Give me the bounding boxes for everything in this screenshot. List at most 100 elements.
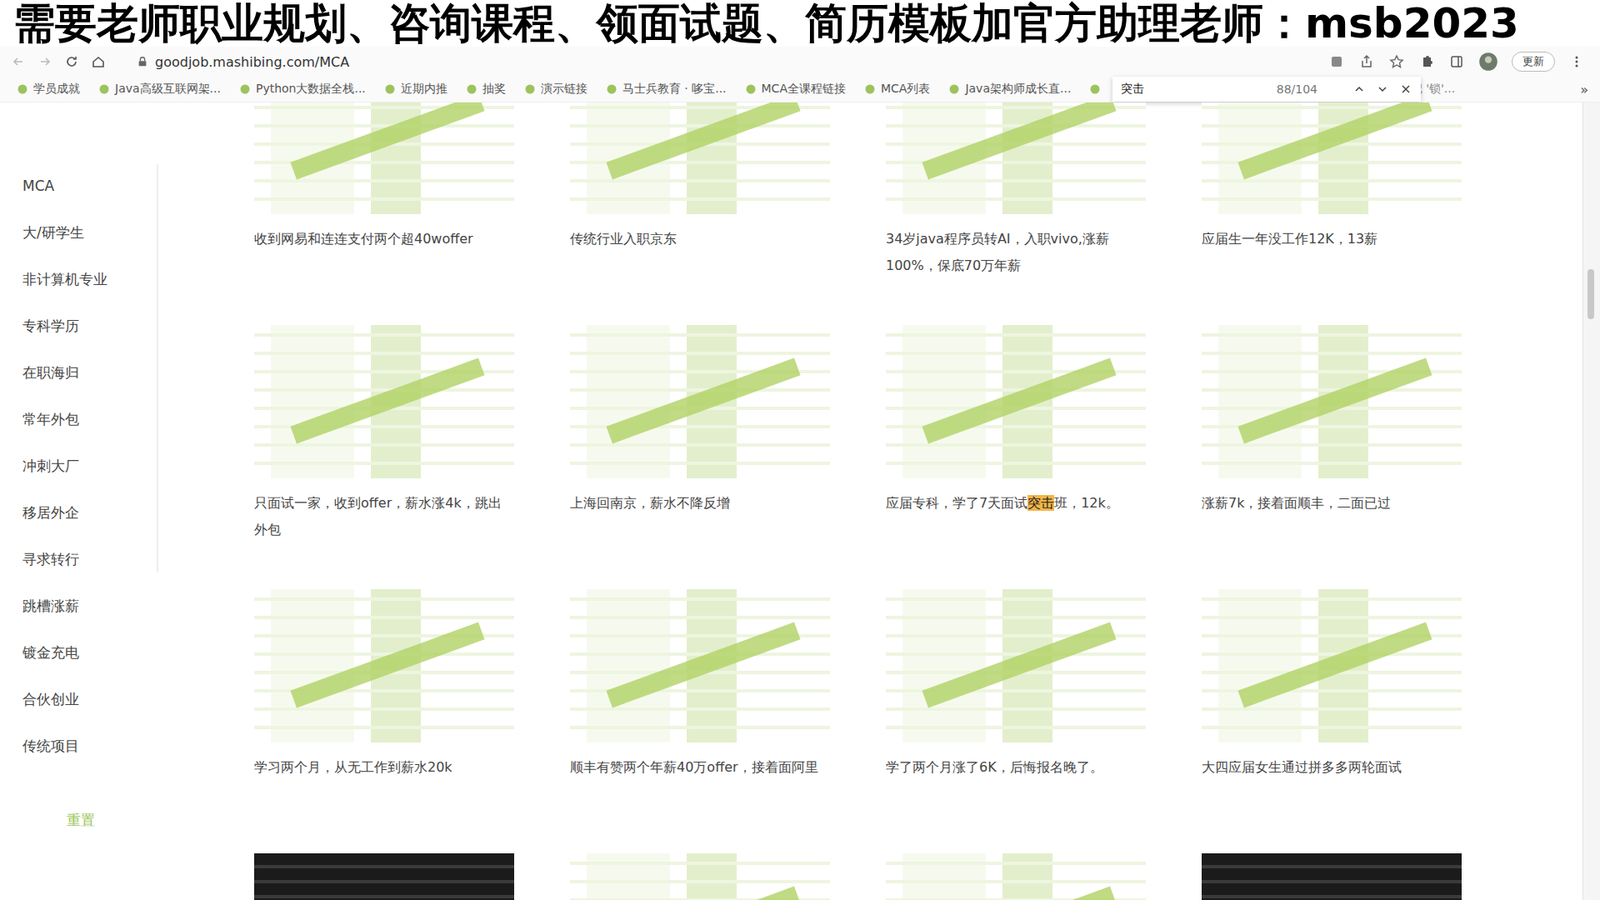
case-card[interactable]: 传统行业入职京东 xyxy=(570,102,830,280)
chat-screenshot xyxy=(885,589,1146,743)
sidebar-item[interactable]: MCA xyxy=(22,162,157,210)
case-card[interactable]: 应届专科，学了7天面试突击班，12k。 xyxy=(885,325,1146,544)
case-card[interactable]: 大四应届女生通过拼多多两轮面试 xyxy=(1201,589,1462,808)
sidebar-item[interactable]: 传统项目 xyxy=(22,722,157,770)
star-icon[interactable] xyxy=(1388,53,1405,70)
chat-screenshot xyxy=(254,325,515,479)
sidebar-item[interactable]: 非计算机专业 xyxy=(22,255,157,303)
bookmark[interactable]: 学员成就 xyxy=(16,81,80,97)
close-find-icon[interactable] xyxy=(1399,82,1413,96)
case-card[interactable]: 34岁java程序员转AI，入职vivo,涨薪100%，保底70万年薪 xyxy=(885,102,1146,280)
share-icon[interactable] xyxy=(1358,53,1375,70)
chat-screenshot xyxy=(570,325,830,479)
case-card[interactable]: 只面试一家，收到offer，薪水涨4k，跳出外包 xyxy=(254,325,515,544)
find-bar: 突击88/104 xyxy=(1112,76,1421,102)
sidebar-item[interactable]: 跳槽涨薪 xyxy=(22,582,157,630)
chat-screenshot xyxy=(570,102,830,215)
case-caption: 应届生一年没工作12K，13薪 xyxy=(1201,225,1462,280)
case-card[interactable] xyxy=(254,853,515,900)
case-caption: 只面试一家，收到offer，薪水涨4k，跳出外包 xyxy=(254,490,515,544)
avatar-icon[interactable] xyxy=(1478,51,1499,72)
update-button[interactable]: 更新 xyxy=(1511,51,1555,72)
chat-screenshot xyxy=(1201,589,1462,743)
case-caption: 顺丰有赞两个年薪40万offer，接着面阿里 xyxy=(570,754,830,808)
address-bar[interactable]: goodjob.mashibing.com/MCA xyxy=(115,54,1320,70)
bookmark[interactable]: 抽奖 xyxy=(465,81,506,97)
page-body: MCA大/研学生非计算机专业专科学历在职海归常年外包冲刺大厂移居外企寻求转行跳槽… xyxy=(0,102,1600,900)
bookmark-icon xyxy=(745,83,757,95)
bookmark-icon xyxy=(239,83,251,95)
bookmark[interactable]: MCA列表 xyxy=(864,81,930,97)
bookmark-icon[interactable] xyxy=(1089,83,1101,95)
sidebar-item[interactable]: 在职海归 xyxy=(22,349,157,396)
bookmark-icon xyxy=(605,83,618,95)
category-sidebar: MCA大/研学生非计算机专业专科学历在职海归常年外包冲刺大厂移居外企寻求转行跳槽… xyxy=(0,102,159,900)
sidebar-item[interactable]: 寻求转行 xyxy=(22,535,157,583)
previous-match-icon[interactable] xyxy=(1352,82,1366,96)
case-caption: 传统行业入职京东 xyxy=(570,225,830,280)
reset-button[interactable]: 重置 xyxy=(22,810,157,830)
case-caption: 大四应届女生通过拼多多两轮面试 xyxy=(1201,754,1462,808)
sidepanel-icon[interactable] xyxy=(1448,53,1465,70)
case-card[interactable]: 顺丰有赞两个年薪40万offer，接着面阿里 xyxy=(570,589,830,808)
case-card[interactable] xyxy=(1201,853,1462,900)
reload-icon[interactable] xyxy=(63,53,80,70)
chat-screenshot xyxy=(254,589,515,743)
chat-screenshot xyxy=(254,102,515,215)
case-caption: 收到网易和连连支付两个超40woffer xyxy=(254,225,515,280)
chat-screenshot xyxy=(1201,102,1462,215)
case-card[interactable] xyxy=(570,853,830,900)
bookmark-icon xyxy=(384,83,396,95)
bookmark[interactable]: 近期内推 xyxy=(384,81,448,97)
bookmark-icon xyxy=(16,83,29,95)
case-card[interactable]: 收到网易和连连支付两个超40woffer xyxy=(254,102,515,280)
menu-icon[interactable] xyxy=(1568,53,1585,70)
case-card[interactable]: 学了两个月涨了6K，后悔报名晚了。 xyxy=(885,589,1146,808)
bookmarks-overflow[interactable]: » xyxy=(1580,81,1589,98)
sidebar-item[interactable]: 移居外企 xyxy=(22,489,157,536)
case-caption: 涨薪7k，接着面顺丰，二面已过 xyxy=(1201,490,1462,544)
find-input[interactable]: 突击 xyxy=(1120,81,1267,97)
case-card[interactable] xyxy=(885,853,1146,900)
scrollbar-thumb[interactable] xyxy=(1587,269,1595,320)
sidebar-item[interactable]: 镀金充电 xyxy=(22,629,157,676)
forward-icon[interactable] xyxy=(36,53,54,70)
back-icon[interactable] xyxy=(10,53,27,70)
bookmark[interactable]: 演示链接 xyxy=(524,81,588,97)
case-card[interactable]: 应届生一年没工作12K，13薪 xyxy=(1201,102,1462,280)
page: 需要老师职业规划、咨询课程、领面试题、简历模板加官方助理老师：msb2023go… xyxy=(0,0,1600,900)
case-card[interactable]: 学习两个月，从无工作到薪水20k xyxy=(254,589,515,808)
browser-toolbar: goodjob.mashibing.com/MCA 更新 xyxy=(0,46,1600,77)
bookmark[interactable]: 马士兵教育 · 哆宝... xyxy=(605,81,727,97)
chat-screenshot xyxy=(570,589,830,743)
case-caption: 学习两个月，从无工作到薪水20k xyxy=(254,754,515,808)
sidebar-item[interactable]: 专科学历 xyxy=(22,302,157,350)
bookmark-icon xyxy=(948,83,960,95)
chat-screenshot xyxy=(885,102,1146,215)
next-match-icon[interactable] xyxy=(1375,82,1390,96)
bookmark[interactable]: Java高级互联网架... xyxy=(98,81,221,97)
case-card[interactable]: 涨薪7k，接着面顺丰，二面已过 xyxy=(1201,325,1462,544)
chat-screenshot xyxy=(885,325,1146,479)
chat-screenshot xyxy=(885,853,1146,900)
case-card[interactable]: 上海回南京，薪水不降反增 xyxy=(570,325,830,544)
bookmarks-bar: 学员成就 Java高级互联网架... Python大数据全栈... 近期内推 抽奖 演示链… xyxy=(0,76,1600,103)
chat-screenshot xyxy=(1201,325,1462,479)
case-caption: 上海回南京，薪水不降反增 xyxy=(570,490,830,544)
bookmark-icon xyxy=(98,83,110,95)
bookmark-icon xyxy=(864,83,876,95)
bookmark[interactable]: Java架构师成长直... xyxy=(948,81,1071,97)
translate-icon[interactable] xyxy=(1328,53,1345,70)
sidebar-item[interactable]: 合伙创业 xyxy=(22,675,157,723)
chat-screenshot xyxy=(254,853,515,900)
home-icon[interactable] xyxy=(90,53,107,70)
bookmark[interactable]: Python大数据全栈... xyxy=(239,81,366,97)
sidebar-item[interactable]: 大/研学生 xyxy=(22,209,157,256)
sidebar-item[interactable]: 冲刺大厂 xyxy=(22,442,157,490)
extensions-icon[interactable] xyxy=(1418,53,1435,70)
chat-screenshot xyxy=(1201,853,1462,900)
bookmark[interactable]: MCA全课程链接 xyxy=(745,81,846,97)
sidebar-divider xyxy=(156,164,159,573)
sidebar-item[interactable]: 常年外包 xyxy=(22,395,157,443)
scrollbar[interactable] xyxy=(1582,102,1600,900)
